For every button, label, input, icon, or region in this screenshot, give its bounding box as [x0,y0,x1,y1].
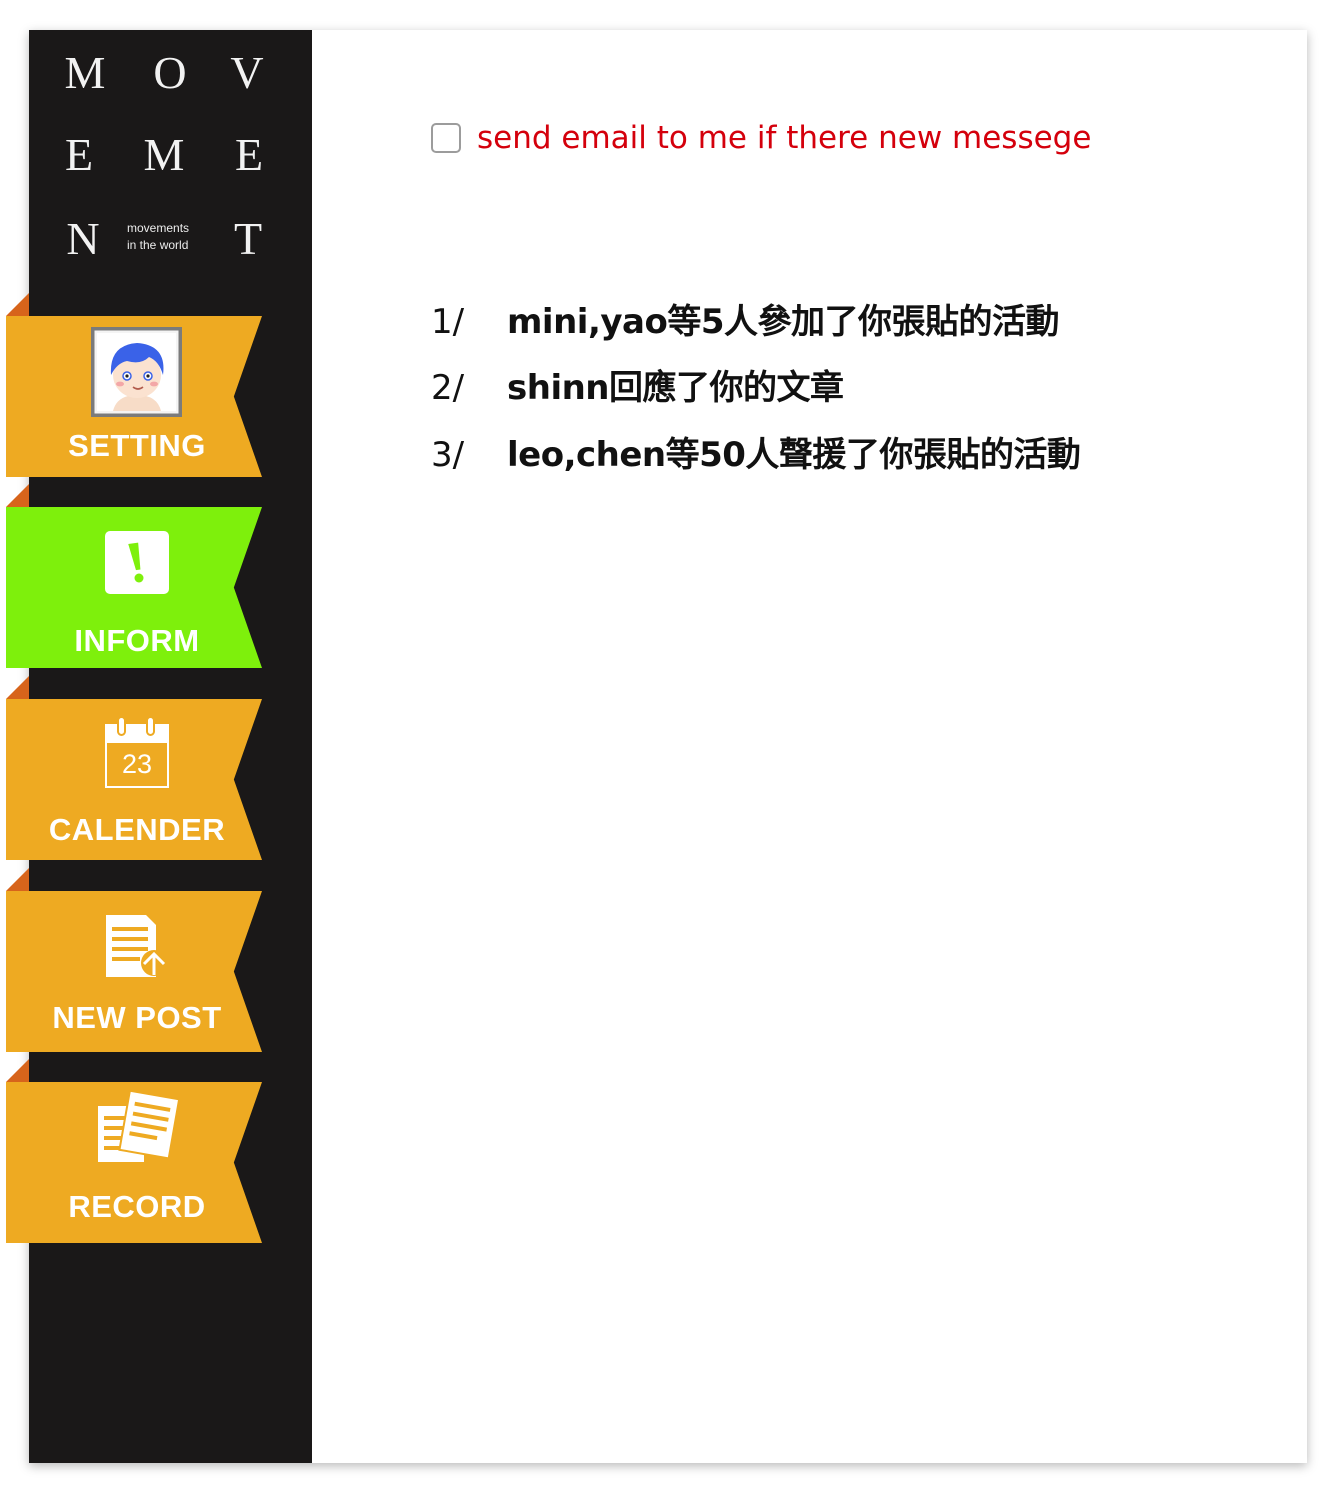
logo-letter: O [153,47,187,98]
notification-number: 1/ [431,302,465,342]
logo-letter: E [234,129,264,180]
notification-number: 2/ [431,368,465,408]
notification-text: leo,chen等50人聲援了你張貼的活動 [507,435,1081,475]
logo-tagline: movements in the world [127,221,190,252]
new-post-icon [104,913,170,983]
tab-label: INFORM [74,623,200,658]
logo: M O V E M E N T movements in the world [29,30,312,290]
tab-label: CALENDER [48,812,226,847]
tab-setting[interactable]: SETTING [6,316,262,477]
logo-letter: T [233,213,263,264]
email-notify-label[interactable]: send email to me if there new messege [477,118,1091,158]
tab-label: SETTING [68,428,206,463]
logo-letter: V [230,47,264,98]
notification-number: 3/ [431,435,465,475]
notification-text: shinn回應了你的文章 [507,368,844,408]
avatar-icon [90,326,183,421]
tab-fold [6,293,29,316]
tab-fold [6,676,29,699]
tab-label: NEW POST [52,1000,222,1035]
logo-letter: M [143,129,185,180]
tab-fold [6,484,29,507]
tab-fold [6,868,29,891]
tab-fold [6,1059,29,1082]
logo-letter: M [64,47,106,98]
tab-new-post[interactable]: NEW POST [6,891,262,1052]
main-content: send email to me if there new messege 1/… [312,30,1307,1463]
email-notify-checkbox[interactable] [431,123,461,153]
tab-inform[interactable]: INFORM [6,507,262,668]
record-icon [96,1088,181,1172]
tab-calender[interactable]: 23 CALENDER [6,699,262,860]
logo-letter: E [64,129,94,180]
tab-label: RECORD [68,1189,206,1224]
exclamation-icon [105,531,169,598]
notification-text: mini,yao等5人參加了你張貼的活動 [507,302,1059,342]
logo-letter: N [66,213,100,264]
tab-record[interactable]: RECORD [6,1082,262,1243]
calendar-date: 23 [121,749,153,779]
calendar-icon: 23 [105,715,169,793]
